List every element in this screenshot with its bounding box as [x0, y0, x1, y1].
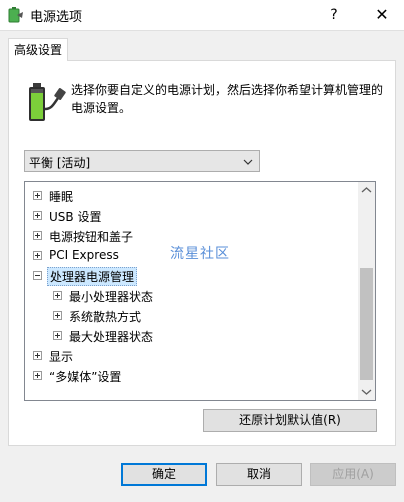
scroll-down-icon[interactable]: [358, 383, 375, 400]
plan-select[interactable]: 平衡 [活动]: [24, 150, 260, 172]
tree-item[interactable]: 最小处理器状态: [25, 286, 355, 306]
tree-item[interactable]: 睡眠: [25, 186, 355, 206]
cancel-button[interactable]: 取消: [216, 463, 302, 486]
watermark-text: 流星社区: [170, 246, 230, 262]
tree-item-label: 最大处理器状态: [69, 330, 154, 344]
description-text: 选择你要自定义的电源计划，然后选择你希望计算机管理的电源设置。: [71, 83, 384, 115]
close-button[interactable]: ✕: [360, 0, 404, 30]
apply-button[interactable]: 应用(A): [310, 463, 396, 486]
tree-item[interactable]: “多媒体”设置: [25, 366, 355, 386]
tree-item-label: 最小处理器状态: [69, 290, 154, 304]
tree-item[interactable]: 显示: [25, 346, 355, 366]
expand-icon[interactable]: [53, 331, 62, 340]
tree-item-label: 处理器电源管理: [47, 267, 138, 286]
scroll-thumb[interactable]: [360, 268, 373, 380]
restore-defaults-button[interactable]: 还原计划默认值(R): [203, 409, 377, 432]
power-options-icon: [8, 7, 23, 23]
expand-icon[interactable]: [53, 291, 62, 300]
battery-plug-icon: [29, 83, 66, 121]
tree-item-label: “多媒体”设置: [49, 370, 122, 384]
tree-item-label: 显示: [49, 350, 74, 364]
settings-tree[interactable]: 睡眠 USB 设置 电源按钮和盖子 PCI Express 处理器电源管理 最小…: [24, 181, 376, 401]
tree-item-label: 睡眠: [49, 190, 74, 204]
scroll-up-icon[interactable]: [358, 182, 375, 199]
ok-button[interactable]: 确定: [121, 463, 207, 486]
tree-item-label: USB 设置: [49, 210, 102, 224]
tree-item-label: 电源按钮和盖子: [49, 230, 134, 244]
tree-item-label: 系统散热方式: [69, 310, 142, 324]
expand-icon[interactable]: [53, 311, 62, 320]
expand-icon[interactable]: [33, 371, 42, 380]
expand-icon[interactable]: [33, 211, 42, 220]
expand-icon[interactable]: [33, 251, 42, 260]
window-title: 电源选项: [30, 10, 83, 25]
plan-select-value: 平衡 [活动]: [29, 156, 91, 170]
collapse-icon[interactable]: [33, 271, 42, 280]
expand-icon[interactable]: [33, 351, 42, 360]
tree-item[interactable]: USB 设置: [25, 206, 355, 226]
tree-item-selected[interactable]: 处理器电源管理: [25, 266, 355, 286]
expand-icon[interactable]: [33, 191, 42, 200]
tree-scrollbar[interactable]: [358, 182, 375, 400]
tree-item[interactable]: 系统散热方式: [25, 306, 355, 326]
help-button[interactable]: ?: [320, 0, 348, 30]
tab-advanced-settings[interactable]: 高级设置: [8, 38, 68, 61]
tree-item[interactable]: 最大处理器状态: [25, 326, 355, 346]
expand-icon[interactable]: [33, 231, 42, 240]
chevron-down-icon: [243, 159, 253, 165]
tree-item-label: PCI Express: [49, 248, 119, 262]
title-bar: 电源选项 ? ✕: [0, 0, 404, 31]
